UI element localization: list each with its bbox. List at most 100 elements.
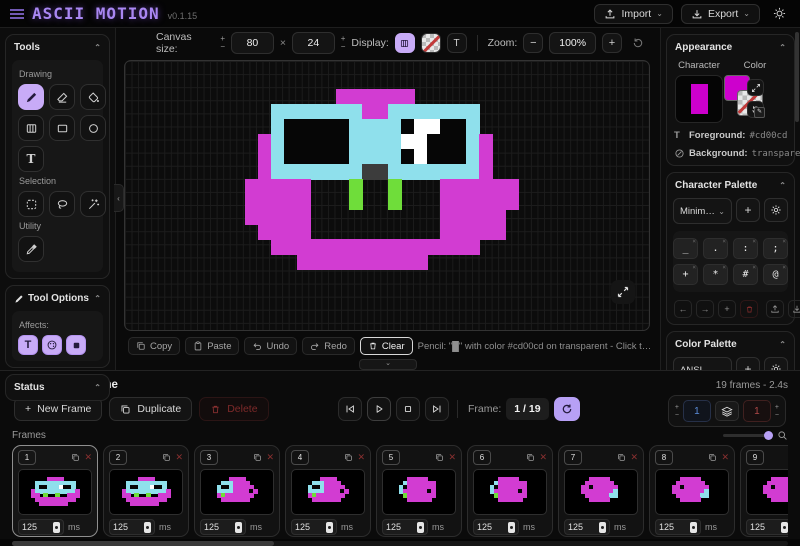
- slider-track[interactable]: [723, 434, 771, 437]
- theme-toggle-button[interactable]: [768, 3, 790, 25]
- drawing-canvas[interactable]: [124, 60, 650, 331]
- duplicate-frame-icon[interactable]: [162, 453, 171, 462]
- delete-frame-icon[interactable]: ✕: [357, 453, 365, 462]
- duplicate-frame-icon[interactable]: [526, 453, 535, 462]
- add-char-button[interactable]: +: [718, 300, 736, 318]
- frame-card-7[interactable]: 7 ✕ 125 ms: [558, 445, 644, 537]
- ellipse-tool[interactable]: [80, 115, 106, 141]
- slider-knob[interactable]: [764, 431, 773, 440]
- canvas-expand-button[interactable]: [611, 280, 635, 304]
- duplicate-frame-icon[interactable]: [435, 453, 444, 462]
- zoom-in-button[interactable]: +: [602, 33, 622, 53]
- onion-next-count[interactable]: 1: [743, 400, 771, 422]
- pencil-tool[interactable]: [18, 84, 44, 110]
- remove-char-icon[interactable]: ×: [752, 238, 756, 245]
- frame-duration-input[interactable]: 125: [564, 519, 610, 535]
- palette-character-button[interactable]: +×: [673, 264, 698, 285]
- gradient-tool[interactable]: [18, 115, 44, 141]
- move-char-right-button[interactable]: →: [696, 300, 714, 318]
- palette-character-button[interactable]: _×: [673, 238, 698, 259]
- add-palette-button[interactable]: +: [736, 198, 760, 222]
- duplicate-frame-icon[interactable]: [71, 453, 80, 462]
- download-palette-button[interactable]: [788, 300, 800, 318]
- canvas-width-input[interactable]: 80: [231, 32, 274, 54]
- chevron-up-icon[interactable]: ⌃: [94, 43, 101, 52]
- fill-tool[interactable]: [80, 84, 106, 110]
- frame-card-4[interactable]: 4 ✕ 125 ms: [285, 445, 371, 537]
- skip-to-end-button[interactable]: [425, 397, 449, 421]
- duplicate-frame-icon[interactable]: [708, 453, 717, 462]
- display-transparency-toggle[interactable]: [421, 33, 441, 53]
- frame-duration-input[interactable]: 125: [291, 519, 337, 535]
- frame-card-2[interactable]: 2 ✕ 125 ms: [103, 445, 189, 537]
- frame-card-9[interactable]: 9 ✕ 125 ms: [740, 445, 788, 537]
- palette-settings-button[interactable]: [764, 198, 788, 222]
- remove-char-icon[interactable]: ×: [692, 238, 696, 245]
- frame-duration-input[interactable]: 125: [200, 519, 246, 535]
- canvas-height-input[interactable]: 24: [292, 32, 335, 54]
- frame-card-8[interactable]: 8 ✕ 125 ms: [649, 445, 735, 537]
- width-stepper[interactable]: +−: [220, 36, 225, 50]
- select-tool[interactable]: [18, 191, 44, 217]
- swap-colors-button[interactable]: [747, 79, 764, 96]
- text-tool[interactable]: T: [18, 146, 44, 172]
- remove-char-icon[interactable]: ×: [722, 238, 726, 245]
- display-text-toggle[interactable]: T: [447, 33, 467, 53]
- delete-char-button[interactable]: [740, 300, 758, 318]
- frame-duration-input[interactable]: 125: [473, 519, 519, 535]
- canvas-collapse-chevron[interactable]: ⌄: [359, 359, 417, 370]
- delete-frame-icon[interactable]: ✕: [175, 453, 183, 462]
- delete-frame-icon[interactable]: ✕: [266, 453, 274, 462]
- duplicate-frame-icon[interactable]: [253, 453, 262, 462]
- character-palette-select[interactable]: Minimal ASC ⌄: [673, 198, 732, 224]
- zoom-out-button[interactable]: −: [523, 33, 543, 53]
- frame-card-6[interactable]: 6 ✕ 125 ms: [467, 445, 553, 537]
- color-palette-select[interactable]: ANSI 16-Col ⌄: [673, 357, 732, 370]
- export-button[interactable]: Export ⌄: [681, 4, 760, 24]
- delete-frame-icon[interactable]: ✕: [630, 453, 638, 462]
- frame-duration-input[interactable]: 125: [109, 519, 155, 535]
- palette-character-button[interactable]: @×: [763, 264, 788, 285]
- palette-character-button[interactable]: ;×: [763, 238, 788, 259]
- display-grid-toggle[interactable]: [395, 33, 415, 53]
- sidebar-scrollbar[interactable]: [795, 32, 799, 122]
- delete-frame-icon[interactable]: ✕: [539, 453, 547, 462]
- palette-character-button[interactable]: *×: [703, 264, 728, 285]
- chevron-up-icon[interactable]: ⌃: [779, 43, 786, 52]
- copy-button[interactable]: Copy: [128, 337, 180, 355]
- redo-button[interactable]: Redo: [302, 337, 355, 355]
- chevron-up-icon[interactable]: ⌃: [779, 340, 786, 349]
- remove-char-icon[interactable]: ×: [692, 264, 696, 271]
- undo-button[interactable]: Undo: [244, 337, 297, 355]
- remove-char-icon[interactable]: ×: [782, 264, 786, 271]
- delete-frame-icon[interactable]: ✕: [448, 453, 456, 462]
- frames-scrollbar-thumb[interactable]: [12, 541, 274, 546]
- upload-palette-button[interactable]: [766, 300, 784, 318]
- frame-card-3[interactable]: 3 ✕ 125 ms: [194, 445, 280, 537]
- delete-frame-icon[interactable]: ✕: [84, 453, 92, 462]
- duplicate-frame-button[interactable]: Duplicate: [109, 397, 192, 421]
- loop-toggle-button[interactable]: [554, 397, 580, 421]
- frame-duration-input[interactable]: 125: [746, 519, 788, 535]
- play-button[interactable]: [367, 397, 391, 421]
- affects-color-toggle[interactable]: [42, 335, 62, 355]
- onion-prev-count[interactable]: 1: [683, 400, 711, 422]
- paste-button[interactable]: Paste: [185, 337, 239, 355]
- delete-frame-icon[interactable]: ✕: [721, 453, 729, 462]
- palette-character-button[interactable]: :×: [733, 238, 758, 259]
- frame-duration-input[interactable]: 125: [382, 519, 428, 535]
- lasso-tool[interactable]: [49, 191, 75, 217]
- skip-to-start-button[interactable]: [338, 397, 362, 421]
- onion-skin-toggle[interactable]: [715, 401, 739, 421]
- remove-char-icon[interactable]: ×: [752, 264, 756, 271]
- move-char-left-button[interactable]: ←: [674, 300, 692, 318]
- stop-button[interactable]: [396, 397, 420, 421]
- add-color-palette-button[interactable]: +: [736, 357, 760, 370]
- palette-character-button[interactable]: #×: [733, 264, 758, 285]
- import-button[interactable]: Import ⌄: [594, 4, 672, 24]
- height-stepper[interactable]: +−: [341, 36, 346, 50]
- sidebar-collapse-handle[interactable]: ‹: [114, 184, 124, 212]
- chevron-up-icon[interactable]: ⌃: [779, 181, 786, 190]
- zoom-reset-button[interactable]: [628, 33, 648, 53]
- duplicate-frame-icon[interactable]: [344, 453, 353, 462]
